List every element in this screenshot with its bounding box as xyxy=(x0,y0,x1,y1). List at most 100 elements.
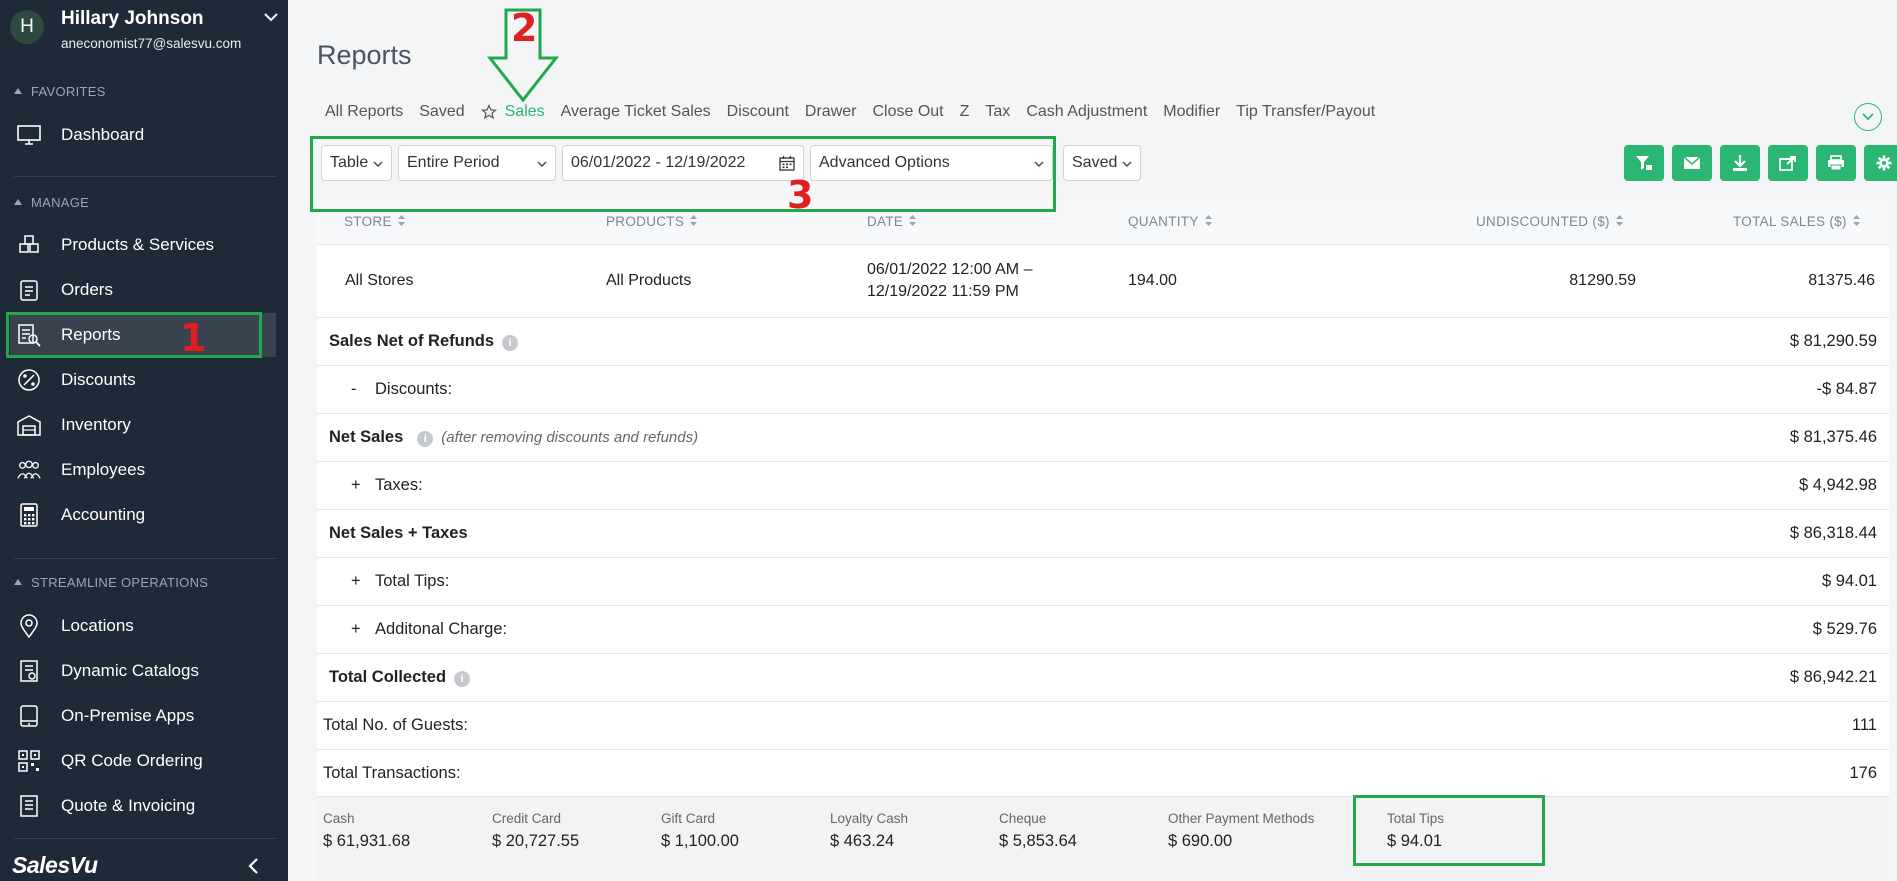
payment-cheque: Cheque $ 5,853.64 xyxy=(999,811,1077,851)
column-header-products[interactable]: PRODUCTS xyxy=(606,214,698,229)
column-header-quantity[interactable]: QUANTITY xyxy=(1128,214,1213,229)
info-icon[interactable]: i xyxy=(417,431,434,447)
tab-saved[interactable]: Saved xyxy=(419,103,464,121)
summary-label: + Total Tips: xyxy=(351,572,449,591)
payment-label: Credit Card xyxy=(492,811,562,826)
payment-value: $ 20,727.55 xyxy=(492,832,580,850)
summary-label: Sales Net of Refunds i xyxy=(329,332,519,351)
sidebar-item-label: On-Premise Apps xyxy=(61,706,195,725)
divider xyxy=(14,558,276,559)
summary-label-text: Net Sales xyxy=(329,428,404,446)
sidebar-item-qr-code-ordering[interactable]: QR Code Ordering xyxy=(10,739,276,783)
sidebar-item-accounting[interactable]: Accounting xyxy=(10,493,276,537)
sidebar-item-label: Quote & Invoicing xyxy=(61,796,196,815)
tab-all-reports[interactable]: All Reports xyxy=(325,103,403,121)
sort-icon xyxy=(1204,215,1212,226)
info-icon[interactable]: i xyxy=(454,671,471,687)
payment-methods-strip: Cash $ 61,931.68 Credit Card $ 20,727.55 G… xyxy=(317,796,1889,881)
sidebar-item-label: Orders xyxy=(61,280,113,299)
saved-select[interactable]: Saved xyxy=(1063,145,1141,181)
section-streamline[interactable]: STREAMLINE OPERATIONS xyxy=(14,575,208,590)
email-button[interactable] xyxy=(1672,145,1712,181)
sort-icon xyxy=(1615,215,1623,226)
payment-value: $ 61,931.68 xyxy=(323,832,411,850)
tab-modifier[interactable]: Modifier xyxy=(1163,103,1220,121)
payment-cash: Cash $ 61,931.68 xyxy=(323,811,410,851)
sidebar-item-discounts[interactable]: Discounts xyxy=(10,358,276,402)
tab-discount[interactable]: Discount xyxy=(727,103,789,121)
summary-value: 111 xyxy=(1851,716,1877,734)
chevron-down-icon[interactable] xyxy=(262,10,280,24)
divider xyxy=(14,176,276,177)
summary-operator: + xyxy=(351,620,361,638)
summary-value: -$ 84.87 xyxy=(1816,380,1877,398)
download-button[interactable] xyxy=(1720,145,1760,181)
filter-icon xyxy=(1636,156,1652,170)
summary-label: Total Collected i xyxy=(329,668,471,687)
summary-row-total-tips[interactable]: + Total Tips: $ 94.01 xyxy=(317,558,1889,606)
sidebar-item-label: Dashboard xyxy=(61,125,145,144)
cell-store: All Stores xyxy=(345,272,414,289)
table-row: All Stores All Products 06/01/2022 12:00… xyxy=(317,245,1889,318)
summary-label: Total Transactions: xyxy=(323,764,461,782)
user-menu[interactable]: H Hillary Johnson aneconomist77@salesvu.… xyxy=(10,6,286,54)
tab-close-out[interactable]: Close Out xyxy=(872,103,943,121)
header-label: UNDISCOUNTED ($) xyxy=(1476,214,1610,229)
summary-label: - Discounts: xyxy=(351,380,452,399)
annotation-number-1: 1 xyxy=(180,316,207,360)
section-favorites-label: FAVORITES xyxy=(31,84,106,99)
tab-average-ticket-sales[interactable]: Average Ticket Sales xyxy=(561,103,711,121)
star-icon[interactable] xyxy=(480,104,497,120)
sidebar-item-orders[interactable]: Orders xyxy=(10,268,276,312)
column-header-date[interactable]: DATE xyxy=(867,214,917,229)
print-button[interactable] xyxy=(1816,145,1856,181)
invoice-icon xyxy=(16,793,42,819)
tab-tip-transfer-payout[interactable]: Tip Transfer/Payout xyxy=(1236,103,1375,121)
sidebar-item-inventory[interactable]: Inventory xyxy=(10,403,276,447)
saved-select-value: Saved xyxy=(1072,154,1118,171)
tab-z[interactable]: Z xyxy=(960,103,970,121)
summary-value: $ 86,942.21 xyxy=(1789,668,1877,686)
section-favorites[interactable]: FAVORITES xyxy=(14,84,106,99)
expand-tabs-button[interactable] xyxy=(1854,103,1882,131)
payment-label: Cash xyxy=(323,811,355,826)
header-label: STORE xyxy=(344,214,392,229)
summary-label: Net Sales i (after removing discounts and … xyxy=(329,428,698,447)
payment-value: $ 5,853.64 xyxy=(999,832,1077,850)
sort-icon xyxy=(397,215,405,226)
sidebar-item-products[interactable]: Products & Services xyxy=(10,223,276,267)
sales-report-table: STORE PRODUCTS DATE QUANTITY UNDISCOUNTE… xyxy=(317,199,1889,881)
sidebar-item-employees[interactable]: Employees xyxy=(10,448,276,492)
summary-operator: + xyxy=(351,476,361,494)
summary-value: $ 94.01 xyxy=(1821,572,1877,590)
collapse-sidebar-icon[interactable] xyxy=(246,857,262,875)
section-manage[interactable]: MANAGE xyxy=(14,195,89,210)
main-content: Reports All Reports Saved Sales Average … xyxy=(288,0,1897,881)
tab-sales[interactable]: Sales xyxy=(505,103,545,121)
summary-row-additional-charge[interactable]: + Additonal Charge: $ 529.76 xyxy=(317,606,1889,654)
info-icon[interactable]: i xyxy=(502,335,519,351)
column-header-undiscounted[interactable]: UNDISCOUNTED ($) xyxy=(1476,214,1624,229)
payment-value: $ 1,100.00 xyxy=(661,832,739,850)
tab-drawer[interactable]: Drawer xyxy=(805,103,857,121)
column-header-total-sales[interactable]: TOTAL SALES ($) xyxy=(1733,214,1861,229)
column-header-store[interactable]: STORE xyxy=(344,214,406,229)
payment-loyalty-cash: Loyalty Cash $ 463.24 xyxy=(830,811,908,851)
sidebar-item-quote-invoicing[interactable]: Quote & Invoicing xyxy=(10,784,276,828)
tab-cash-adjustment[interactable]: Cash Adjustment xyxy=(1026,103,1147,121)
sidebar-item-dashboard[interactable]: Dashboard xyxy=(10,113,276,157)
cell-date-start: 06/01/2022 12:00 AM – xyxy=(867,261,1033,278)
summary-row-taxes[interactable]: + Taxes: $ 4,942.98 xyxy=(317,462,1889,510)
sidebar-item-dynamic-catalogs[interactable]: Dynamic Catalogs xyxy=(10,649,276,693)
sidebar-item-on-premise-apps[interactable]: On-Premise Apps xyxy=(10,694,276,738)
user-email: aneconomist77@salesvu.com xyxy=(61,36,242,51)
filter-button[interactable] xyxy=(1624,145,1664,181)
payment-value: $ 463.24 xyxy=(830,832,895,850)
sidebar-item-label: Dynamic Catalogs xyxy=(61,661,199,680)
share-button[interactable] xyxy=(1768,145,1808,181)
clipboard-icon xyxy=(16,277,42,303)
summary-row-net-sales-taxes: Net Sales + Taxes $ 86,318.44 xyxy=(317,510,1889,558)
tab-tax[interactable]: Tax xyxy=(985,103,1010,121)
settings-button[interactable] xyxy=(1864,145,1897,181)
sidebar-item-locations[interactable]: Locations xyxy=(10,604,276,648)
